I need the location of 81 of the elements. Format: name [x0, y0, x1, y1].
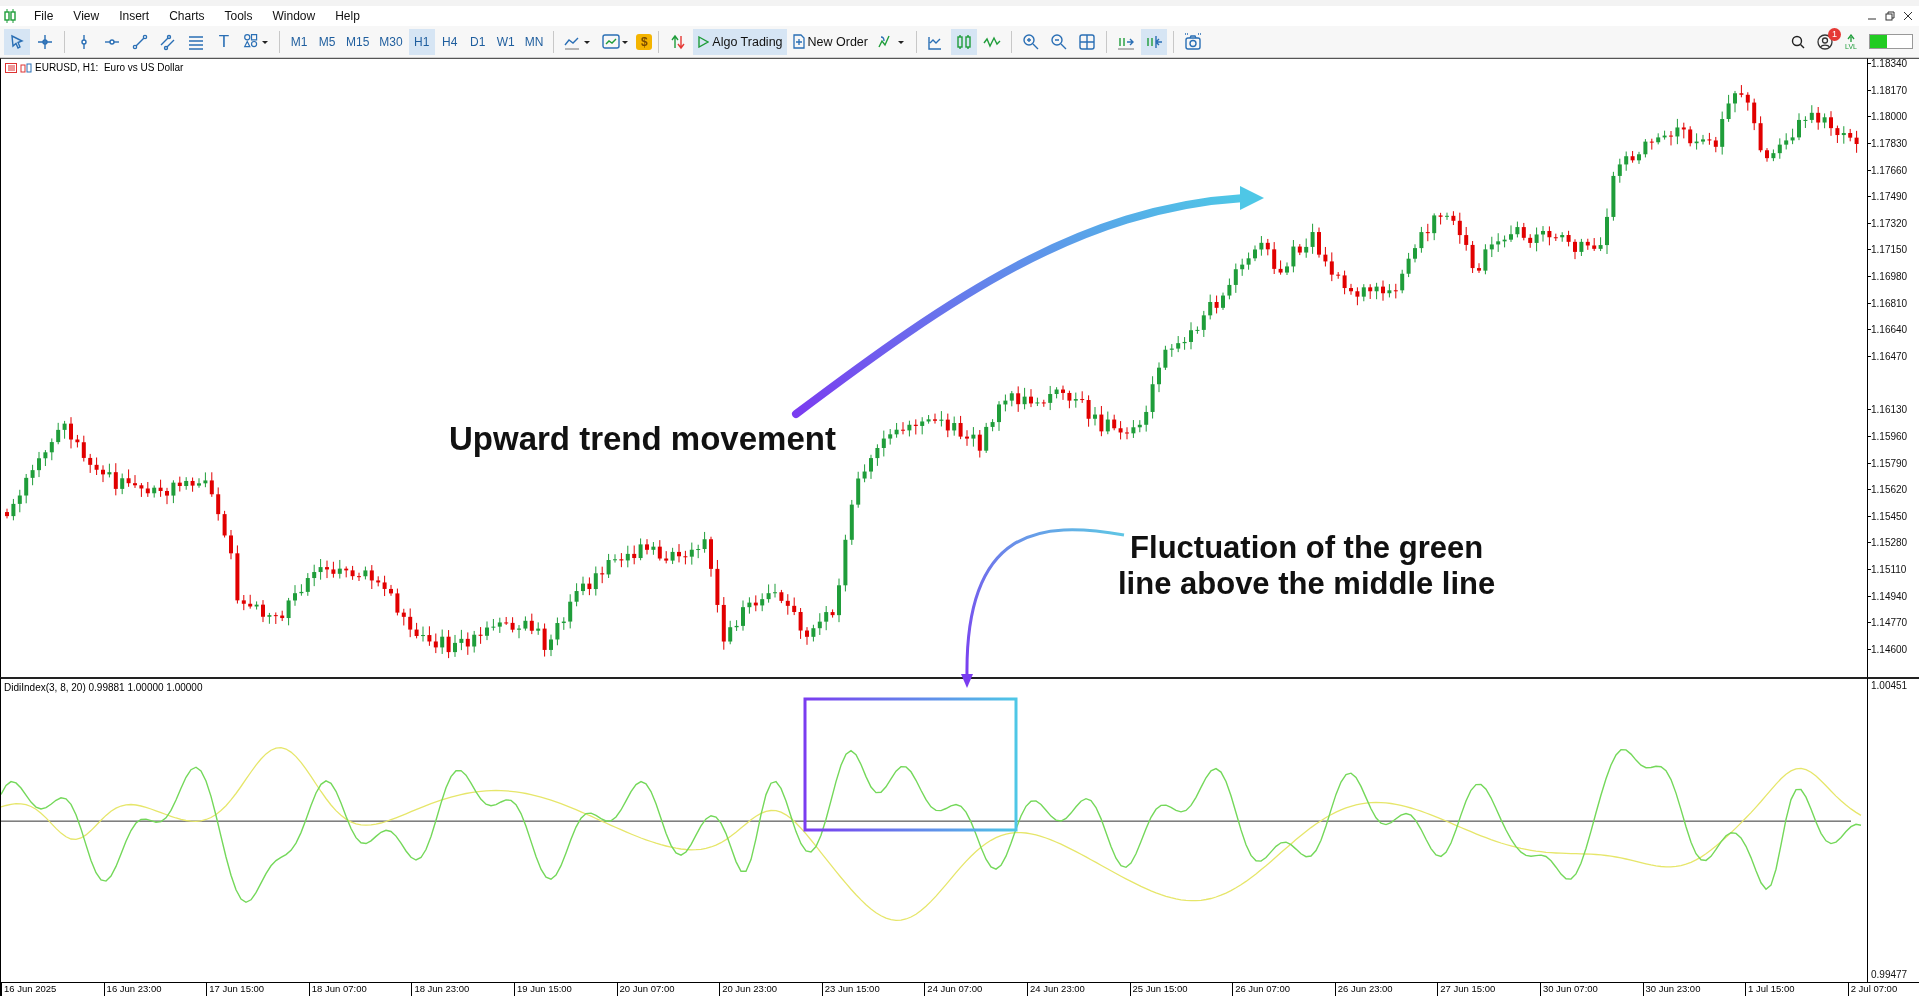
menu-item[interactable]: File: [24, 7, 64, 25]
price-label: 1.16130: [1871, 403, 1908, 415]
price-label: 1.15620: [1871, 483, 1908, 495]
price-label: 1.15790: [1871, 457, 1908, 469]
app-logo-icon: [4, 9, 16, 23]
price-label: 1.14600: [1871, 643, 1908, 655]
time-label: 26 Jun 07:00: [1232, 983, 1335, 996]
price-label: 1.18000: [1871, 110, 1908, 122]
search-icon[interactable]: [1791, 34, 1805, 49]
price-label: 1.15960: [1871, 430, 1908, 442]
chart-title: EURUSD, H1: Euro vs US Dollar: [35, 62, 184, 73]
time-label: 2 Jul 07:00: [1847, 983, 1919, 996]
price-label: 1.16640: [1871, 323, 1908, 335]
document-plus-icon: [792, 34, 805, 49]
candlestick-icon[interactable]: [951, 28, 977, 55]
chart-shift-icon[interactable]: [1141, 28, 1167, 55]
timeframe-button[interactable]: H4: [436, 28, 463, 55]
time-label: 26 Jun 23:00: [1334, 983, 1438, 996]
notification-badge: 1: [1828, 27, 1841, 41]
timeframe-button[interactable]: M5: [314, 28, 340, 55]
time-label: 20 Jun 23:00: [719, 983, 822, 996]
menu-item[interactable]: Insert: [109, 7, 160, 25]
menu-item[interactable]: Tools: [214, 7, 263, 25]
menu-item[interactable]: Help: [325, 7, 370, 25]
time-label: 20 Jun 07:00: [616, 983, 720, 996]
time-label: 1 Jul 15:00: [1745, 983, 1848, 996]
trend-annotation: Upward trend movement: [449, 420, 836, 458]
price-label: 1.16470: [1871, 350, 1908, 362]
chart-bars-icon: [20, 62, 32, 73]
time-label: 18 Jun 23:00: [411, 983, 514, 996]
cursor-icon[interactable]: [4, 28, 30, 55]
timeframe-button[interactable]: M15: [342, 28, 374, 55]
price-label: 1.17320: [1871, 217, 1908, 229]
price-label: 1.15280: [1871, 536, 1908, 548]
time-label: 30 Jun 23:00: [1642, 983, 1746, 996]
time-label: 24 Jun 23:00: [1026, 983, 1130, 996]
time-label: 23 Jun 15:00: [821, 983, 925, 996]
menu-item[interactable]: Charts: [159, 7, 215, 25]
close-icon[interactable]: [1903, 11, 1913, 21]
signal-icon: [1845, 33, 1857, 43]
time-label: 16 Jun 2025: [1, 983, 104, 996]
time-label: 27 Jun 15:00: [1437, 983, 1540, 996]
timeframe-button[interactable]: D1: [464, 28, 491, 55]
dollar-icon[interactable]: $: [636, 33, 653, 50]
timeframe-button[interactable]: W1: [492, 28, 519, 55]
algo-trading-button[interactable]: Algo Trading: [693, 28, 787, 55]
timeframe-button[interactable]: M1: [286, 28, 312, 55]
timeframe-button[interactable]: M30: [375, 28, 407, 55]
price-label: 1.17660: [1871, 164, 1908, 176]
price-label: 1.18170: [1871, 84, 1908, 96]
time-label: 24 Jun 07:00: [924, 983, 1027, 996]
user-icon[interactable]: [1817, 33, 1833, 50]
time-label: 18 Jun 07:00: [308, 983, 412, 996]
price-label: 1.16980: [1871, 270, 1908, 282]
indicator-min-label: 0.99477: [1871, 969, 1909, 980]
price-label: 1.15110: [1871, 563, 1907, 575]
timeframe-button[interactable]: H1: [408, 28, 435, 55]
time-label: 19 Jun 15:00: [513, 983, 617, 996]
chart-list-icon: [5, 62, 17, 73]
price-label: 1.14770: [1871, 616, 1908, 628]
price-label: 1.18340: [1871, 57, 1908, 69]
price-label: 1.14940: [1871, 590, 1908, 602]
text-tool-button[interactable]: T: [211, 28, 237, 55]
time-label: 17 Jun 15:00: [206, 983, 309, 996]
price-label: 1.17490: [1871, 190, 1908, 202]
price-label: 1.17830: [1871, 137, 1908, 149]
timeframe-button[interactable]: MN: [520, 28, 548, 55]
price-label: 1.16810: [1871, 297, 1908, 309]
price-label: 1.15450: [1871, 510, 1908, 522]
play-icon: [697, 35, 710, 48]
menu-item[interactable]: Window: [262, 7, 326, 25]
indicator-max-label: 1.00451: [1871, 680, 1909, 691]
price-label: 1.17150: [1871, 243, 1908, 255]
indicator-title: DidiIndex(3, 8, 20) 0.99881 1.00000 1.00000: [4, 682, 203, 693]
time-label: 25 Jun 15:00: [1129, 983, 1233, 996]
time-label: 16 Jun 23:00: [103, 983, 207, 996]
restore-icon[interactable]: [1885, 11, 1895, 21]
new-order-button[interactable]: New Order: [788, 28, 872, 55]
fluctuation-annotation: Fluctuation of the green line above the middle line: [1118, 530, 1496, 602]
menu-item[interactable]: View: [63, 7, 110, 25]
time-label: 30 Jun 07:00: [1539, 983, 1643, 996]
